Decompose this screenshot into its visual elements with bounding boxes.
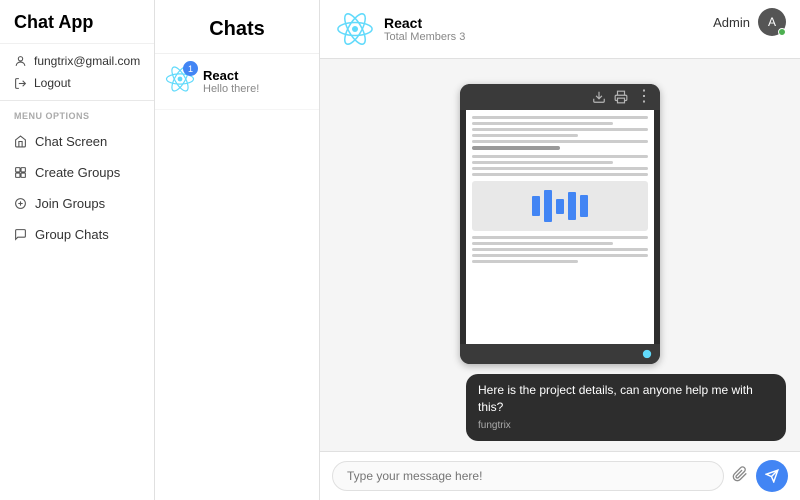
doc-line [472,248,648,251]
nav-join-groups-label: Join Groups [35,196,105,211]
doc-chart-area [472,181,648,231]
chat-window: React Total Members 3 ⋮ [320,0,800,500]
print-icon[interactable] [614,90,628,104]
doc-line [472,173,648,176]
chart-bar [556,199,564,214]
sidebar-item-create-groups[interactable]: Create Groups [0,157,154,188]
chart-bar [568,192,576,220]
doc-line [472,122,613,125]
sidebar-item-join-groups[interactable]: Join Groups [0,188,154,219]
chat-preview: Hello there! [203,83,259,95]
document-card: ⋮ [460,84,660,364]
chart-bar [580,195,588,217]
chat-name: React [203,68,259,83]
admin-initials: A [768,15,776,29]
chat-avatar-react: 1 [165,64,195,99]
member-count: Total Members 3 [384,31,465,43]
chats-panel: Chats 1 React Hello there! [155,0,320,500]
attachment-button[interactable] [732,466,748,487]
join-groups-icon [14,197,27,210]
chart-bar [544,190,552,222]
chat-list-item-react[interactable]: 1 React Hello there! [155,54,319,110]
more-options-icon[interactable]: ⋮ [636,89,652,105]
admin-avatar: A [758,8,786,36]
doc-line [472,161,613,164]
doc-line [472,134,578,137]
chart-bar [532,196,540,216]
header-info: React Total Members 3 [384,15,465,43]
sidebar-item-chat-screen[interactable]: Chat Screen [0,126,154,157]
app-title: Chat App [0,0,154,44]
doc-line [472,260,578,263]
doc-line [472,254,648,257]
unread-badge: 1 [183,61,198,76]
message-bubble: Here is the project details, can anyone … [466,374,786,441]
message-text: Here is the project details, can anyone … [478,382,774,416]
sidebar: Chat App fungtrix@gmail.com Logout MENU … [0,0,155,500]
doc-line [472,167,648,170]
paperclip-icon [732,466,748,482]
chat-info-react: React Hello there! [203,68,259,95]
create-groups-icon [14,166,27,179]
user-icon [14,55,27,68]
doc-toolbar: ⋮ [460,84,660,110]
nav-create-groups-label: Create Groups [35,165,120,180]
doc-preview-content [466,110,654,344]
menu-options-label: MENU OPTIONS [0,101,154,126]
doc-bottom-icon [642,349,652,359]
doc-bottom-bar [460,344,660,364]
logout-item[interactable]: Logout [0,72,154,101]
doc-line [472,236,648,239]
doc-line [472,140,648,143]
sidebar-item-group-chats[interactable]: Group Chats [0,219,154,250]
nav-chat-screen-label: Chat Screen [35,134,107,149]
messages-area: ⋮ [320,59,800,451]
send-button[interactable] [756,460,788,492]
admin-bar: Admin A [699,0,800,44]
logout-icon [14,77,27,90]
doc-line [472,242,613,245]
doc-line [472,128,648,131]
message-sender: fungtrix [478,419,774,433]
doc-line [472,146,560,150]
doc-line [472,116,648,119]
message-input-bar [320,451,800,500]
react-logo-large [336,10,374,48]
online-indicator [778,28,786,36]
chats-title: Chats [155,0,319,54]
main-area: Admin A Chats 1 React Hello there! [155,0,800,500]
download-icon[interactable] [592,90,606,104]
logout-label: Logout [34,76,71,90]
admin-label: Admin [713,15,750,30]
user-email-text: fungtrix@gmail.com [34,54,140,68]
group-chats-icon [14,228,27,241]
nav-group-chats-label: Group Chats [35,227,109,242]
user-email-item: fungtrix@gmail.com [0,44,154,72]
home-icon [14,135,27,148]
group-name: React [384,15,465,31]
send-icon [765,469,779,483]
message-input[interactable] [332,461,724,491]
doc-line [472,155,648,158]
